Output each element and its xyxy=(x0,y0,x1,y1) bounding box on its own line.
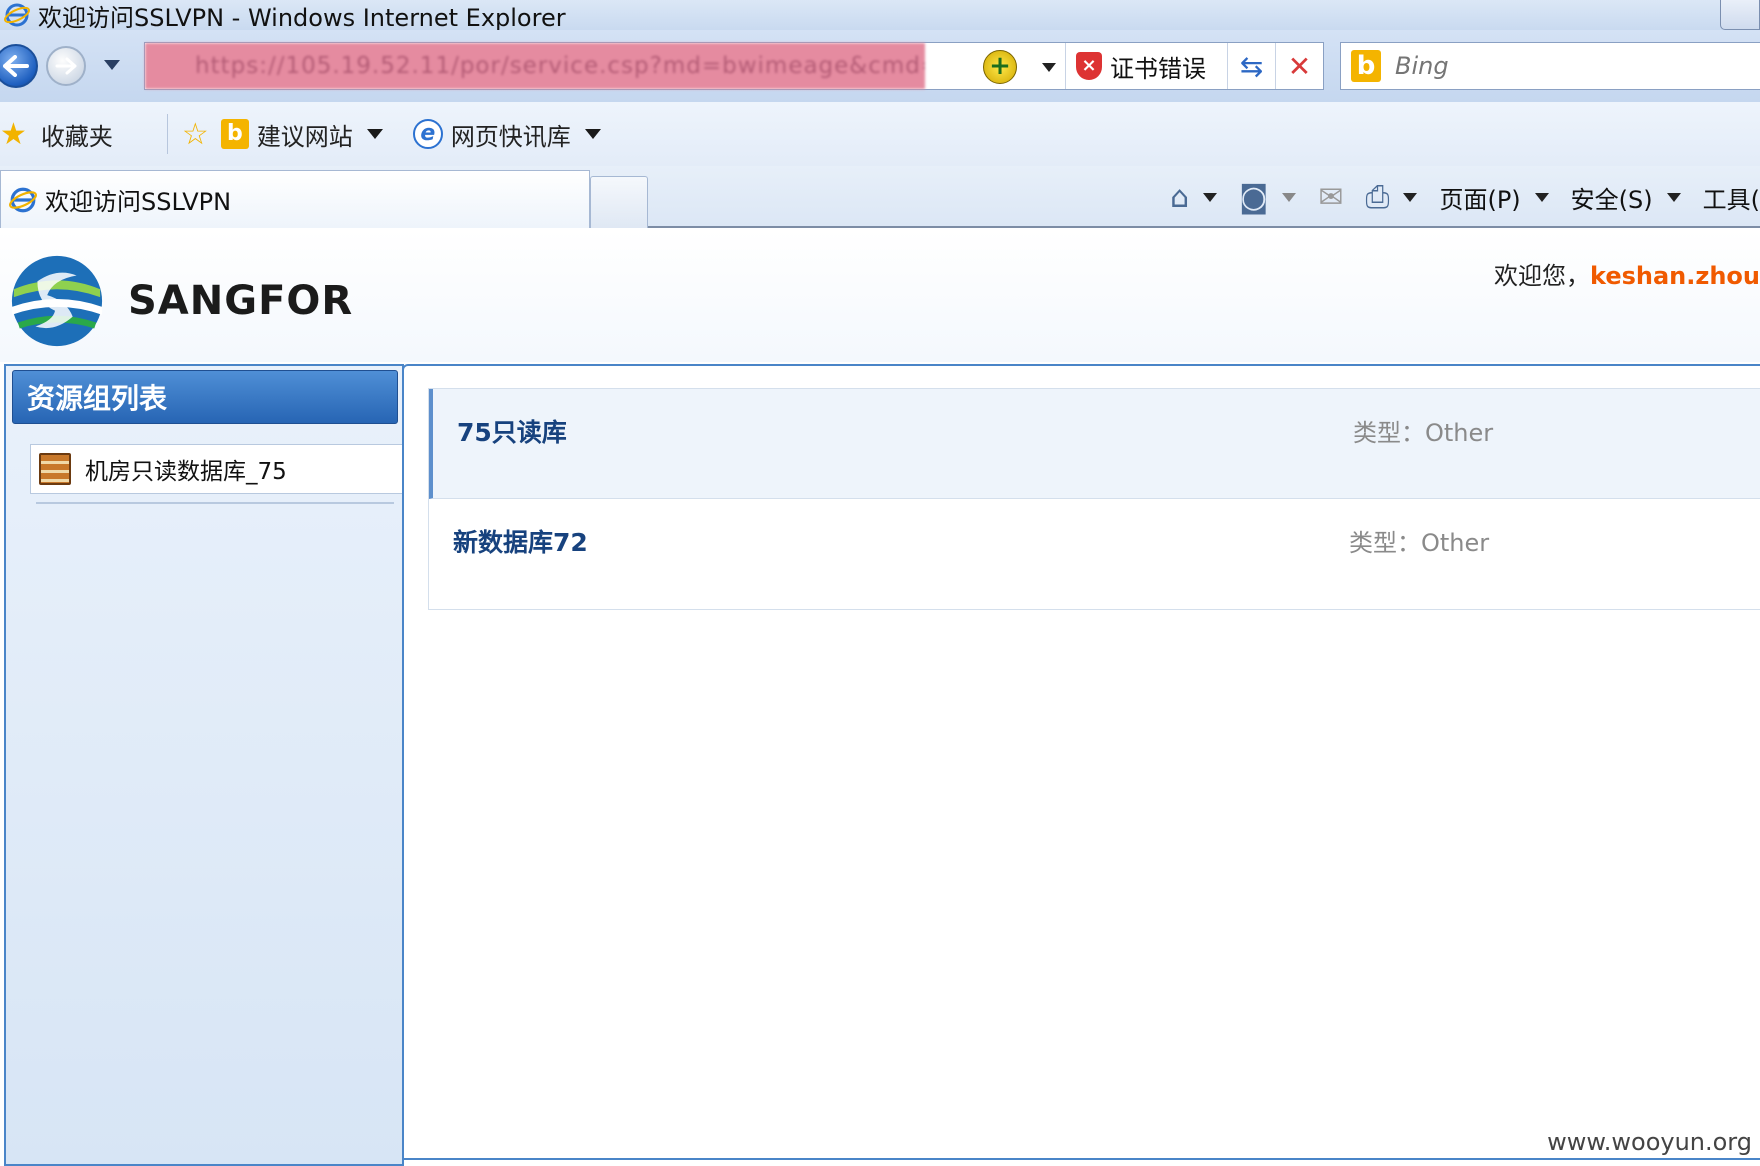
welcome-text: 欢迎您，keshan.zhou xyxy=(1494,256,1760,291)
minimize-button[interactable] xyxy=(1720,0,1760,30)
web-slice-gallery-label: 网页快讯库 xyxy=(450,122,571,151)
chevron-down-icon xyxy=(1282,192,1297,202)
mail-button[interactable]: ✉ xyxy=(1318,180,1343,215)
watermark: www.wooyun.org xyxy=(1547,1128,1752,1156)
url-input[interactable]: https://105.19.52.11/por/service.csp?md=… xyxy=(145,43,925,89)
chevron-down-icon xyxy=(366,129,383,139)
page-menu[interactable]: 页面(P) xyxy=(1439,180,1549,215)
certificate-error-label: 证书错误 xyxy=(1110,54,1206,83)
web-slice-gallery-button[interactable]: e 网页快讯库 xyxy=(412,117,601,152)
star-icon: ★ xyxy=(0,116,27,152)
sidebar-item-datacenter-readonly-db[interactable]: 机房只读数据库_75 xyxy=(30,444,410,494)
resource-type: 类型：Other xyxy=(1353,419,1494,447)
favorites-button[interactable]: ★ 收藏夹 xyxy=(0,117,113,152)
new-tab-button[interactable] xyxy=(590,176,648,228)
arrow-right-icon xyxy=(55,57,77,75)
print-button[interactable]: ⎙ xyxy=(1365,179,1418,215)
brand: SANGFOR xyxy=(8,252,353,350)
rss-icon: ◙ xyxy=(1239,179,1269,215)
compatibility-view-button[interactable]: + xyxy=(983,50,1017,84)
resource-group-sidebar: 资源组列表 机房只读数据库_75 xyxy=(4,364,410,1166)
divider xyxy=(166,114,168,154)
chevron-down-icon xyxy=(1403,192,1418,202)
resource-type: 类型：Other xyxy=(1349,529,1490,557)
divider xyxy=(36,502,394,504)
home-button[interactable]: ⌂ xyxy=(1170,179,1218,215)
database-icon xyxy=(39,453,71,485)
back-button[interactable] xyxy=(0,44,38,88)
brand-name: SANGFOR xyxy=(128,278,354,324)
page-menu-label: 页面(P) xyxy=(1439,185,1521,214)
home-icon: ⌂ xyxy=(1170,179,1190,215)
ie-page-icon: e xyxy=(412,119,443,149)
printer-icon: ⎙ xyxy=(1365,179,1390,215)
favorites-label: 收藏夹 xyxy=(40,122,113,151)
ie-logo-icon xyxy=(4,3,30,27)
bing-icon: b xyxy=(220,119,249,149)
add-favorite-icon[interactable]: ☆ xyxy=(182,117,209,152)
resource-name-link[interactable]: 新数据库72 xyxy=(453,523,588,559)
mail-icon: ✉ xyxy=(1318,179,1344,215)
feeds-button[interactable]: ◙ xyxy=(1239,179,1297,215)
url-dropdown-button[interactable] xyxy=(1042,63,1056,72)
chevron-down-icon xyxy=(584,129,601,139)
bing-logo-icon: b xyxy=(1351,50,1381,82)
close-icon: ✕ xyxy=(1287,49,1312,83)
tools-menu-label: 工具( xyxy=(1702,185,1760,214)
sangfor-logo-icon xyxy=(11,255,103,347)
resource-panel: 75只读库 类型：Other 新数据库72 类型：Other xyxy=(402,364,1760,1160)
tab-bar: 欢迎访问SSLVPN ⌂ ◙ ✉ ⎙ 页面(P) 安全(S) 工具( xyxy=(0,166,1760,228)
forward-button[interactable] xyxy=(46,46,86,86)
arrow-left-icon xyxy=(3,55,29,77)
chevron-down-icon xyxy=(1534,192,1549,202)
resource-row[interactable]: 75只读库 类型：Other xyxy=(429,389,1760,499)
search-box[interactable]: b xyxy=(1340,42,1760,90)
ie-logo-icon xyxy=(9,187,37,212)
certificate-error-button[interactable]: × 证书错误 xyxy=(1065,43,1221,89)
window-titlebar: 欢迎访问SSLVPN - Windows Internet Explorer xyxy=(0,0,1760,32)
page-content: SANGFOR 欢迎您，keshan.zhou 资源组列表 机房只读数据库_75… xyxy=(0,230,1760,1166)
refresh-button[interactable]: ⇆ xyxy=(1227,43,1275,89)
address-bar[interactable]: e https://105.19.52.11/por/service.csp?m… xyxy=(144,42,1324,90)
username: keshan.zhou xyxy=(1590,262,1760,290)
tools-menu[interactable]: 工具( xyxy=(1703,180,1760,215)
safety-menu-label: 安全(S) xyxy=(1570,185,1653,214)
shield-error-icon: × xyxy=(1076,52,1102,80)
refresh-icon: ⇆ xyxy=(1239,49,1264,83)
chevron-down-icon xyxy=(1203,192,1218,202)
welcome-prefix: 欢迎您， xyxy=(1494,262,1590,290)
tab-sslvpn[interactable]: 欢迎访问SSLVPN xyxy=(0,170,590,228)
address-toolbar: e https://105.19.52.11/por/service.csp?m… xyxy=(0,30,1760,102)
chevron-down-icon xyxy=(1666,192,1681,202)
resource-group-list: 机房只读数据库_75 xyxy=(30,444,410,504)
sidebar-title: 资源组列表 xyxy=(12,370,398,424)
stop-button[interactable]: ✕ xyxy=(1275,43,1323,89)
window-title: 欢迎访问SSLVPN - Windows Internet Explorer xyxy=(38,3,566,32)
favorites-bar: ★ 收藏夹 ☆ b 建议网站 e 网页快讯库 xyxy=(0,102,1760,166)
page-header: SANGFOR 欢迎您，keshan.zhou xyxy=(0,230,1760,362)
resource-name-link[interactable]: 75只读库 xyxy=(457,413,567,449)
suggested-sites-button[interactable]: b 建议网站 xyxy=(220,117,383,152)
safety-menu[interactable]: 安全(S) xyxy=(1571,180,1681,215)
history-dropdown-button[interactable] xyxy=(104,60,120,70)
resource-list: 75只读库 类型：Other 新数据库72 类型：Other xyxy=(428,388,1760,610)
tab-title: 欢迎访问SSLVPN xyxy=(45,188,232,216)
search-input[interactable] xyxy=(1393,51,1753,81)
suggested-sites-label: 建议网站 xyxy=(256,122,353,151)
resource-row[interactable]: 新数据库72 类型：Other xyxy=(429,499,1760,609)
sidebar-item-label: 机房只读数据库_75 xyxy=(85,459,287,485)
command-bar: ⌂ ◙ ✉ ⎙ 页面(P) 安全(S) 工具( xyxy=(1148,172,1760,222)
